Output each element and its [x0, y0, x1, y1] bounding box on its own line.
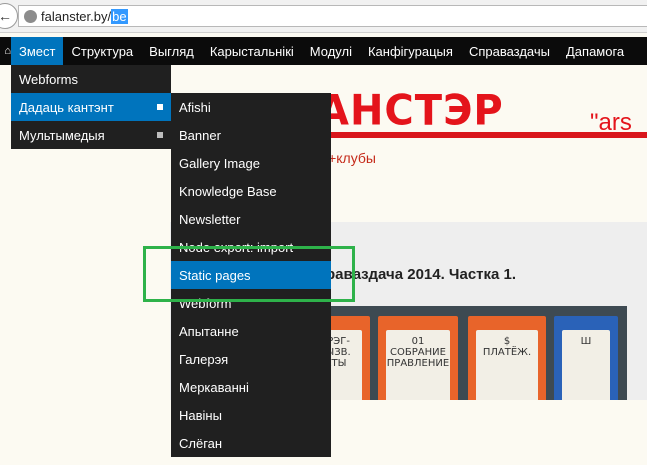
menu-item-multimedia[interactable]: Мультымедыя — [11, 121, 171, 149]
site-logo[interactable]: АНСТЭР — [318, 87, 504, 135]
binder-label: 01 СОБРАНИЕ ПРАВЛЕНИЕ — [386, 330, 450, 400]
submenu-item-gallery-image[interactable]: Gallery Image — [171, 149, 331, 177]
submenu-item-poll[interactable]: Апытанне — [171, 317, 331, 345]
submenu-item-slogan[interactable]: Слёган — [171, 429, 331, 457]
photo-binder: Ш — [554, 316, 618, 400]
browser-address-bar: ← falanster.by/be — [0, 0, 647, 33]
submenu-item-news[interactable]: Навіны — [171, 401, 331, 429]
content-dropdown: Webforms Дадаць кантэнт Мультымедыя — [11, 65, 171, 149]
admin-toolbar: ⌂ Змест Структура Выгляд Карыстальнікі М… — [0, 37, 647, 65]
binder-label: Ш — [562, 330, 610, 400]
toolbar-item-reports[interactable]: Справаздачы — [461, 37, 558, 65]
submenu-item-gallery[interactable]: Галерэя — [171, 345, 331, 373]
highlight-annotation — [143, 246, 355, 302]
menu-item-label: Дадаць кантэнт — [19, 99, 114, 115]
submenu-item-knowledge-base[interactable]: Knowledge Base — [171, 177, 331, 205]
submenu-indicator-icon — [157, 132, 163, 138]
submenu-item-newsletter[interactable]: Newsletter — [171, 205, 331, 233]
back-button[interactable]: ← — [0, 3, 18, 29]
globe-icon — [24, 10, 37, 23]
url-selected-text: be — [111, 9, 128, 24]
menu-item-label: Мультымедыя — [19, 127, 105, 143]
submenu-item-afishi[interactable]: Afishi — [171, 93, 331, 121]
toolbar-item-structure[interactable]: Структура — [63, 37, 141, 65]
toolbar-item-content[interactable]: Змест — [11, 37, 64, 65]
photo-binder: 01 СОБРАНИЕ ПРАВЛЕНИЕ — [378, 316, 458, 400]
submenu-item-banner[interactable]: Banner — [171, 121, 331, 149]
home-icon[interactable]: ⌂ — [0, 37, 11, 65]
url-field[interactable]: falanster.by/be — [18, 5, 647, 27]
toolbar-item-modules[interactable]: Модулі — [302, 37, 360, 65]
toolbar-item-appearance[interactable]: Выгляд — [141, 37, 202, 65]
logo-subtitle: "ars — [590, 109, 632, 136]
url-host: falanster.by/ — [41, 9, 112, 24]
submenu-item-opinions[interactable]: Меркаванні — [171, 373, 331, 401]
toolbar-item-people[interactable]: Карыстальнікі — [202, 37, 302, 65]
toolbar-item-configuration[interactable]: Канфігурацыя — [360, 37, 461, 65]
url-text: falanster.by/be — [41, 9, 128, 24]
toolbar-item-help[interactable]: Дапамога — [558, 37, 632, 65]
menu-item-label: Webforms — [19, 71, 78, 87]
back-arrow-icon: ← — [0, 8, 12, 24]
binder-label: $ ПЛАТЁЖ. — [476, 330, 538, 400]
submenu-indicator-icon — [157, 104, 163, 110]
photo-binder: $ ПЛАТЁЖ. — [468, 316, 546, 400]
menu-item-webforms[interactable]: Webforms — [11, 65, 171, 93]
menu-item-add-content[interactable]: Дадаць кантэнт — [11, 93, 171, 121]
